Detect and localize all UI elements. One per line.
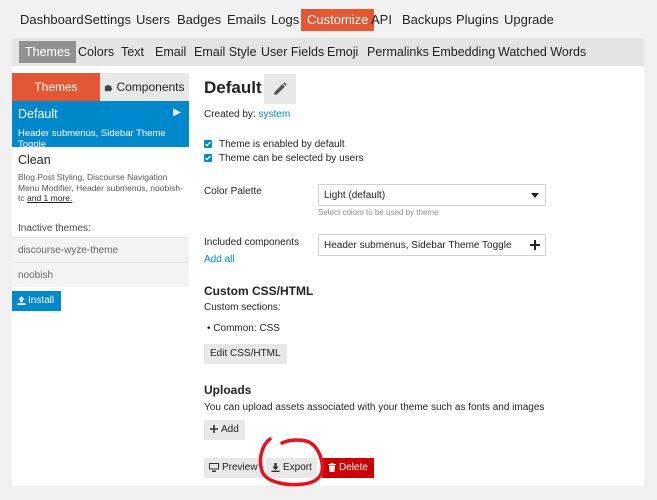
chevron-right-icon: ▶ (173, 107, 181, 118)
tab-email[interactable]: Email (149, 41, 192, 63)
add-upload-button[interactable]: Add (204, 420, 245, 440)
plus-icon (530, 240, 540, 250)
theme-name: Clean (18, 153, 51, 167)
nav-users[interactable]: Users (130, 9, 176, 31)
trash-icon (328, 462, 336, 472)
inactive-theme-name: noobish (18, 270, 54, 281)
check-icon (205, 141, 211, 147)
uploads-title: Uploads (204, 383, 252, 397)
delete-label: Delete (339, 462, 368, 473)
user-selectable-checkbox[interactable] (204, 154, 212, 162)
color-palette-label: Color Palette (204, 186, 262, 197)
top-nav: Dashboard Settings Users Badges Emails L… (0, 0, 657, 38)
inactive-theme-item[interactable]: noobish (12, 262, 189, 287)
edit-css-html-button[interactable]: Edit CSS/HTML (204, 344, 287, 364)
tab-text[interactable]: Text (115, 41, 150, 63)
user-selectable-label: Theme can be selected by users (219, 153, 364, 164)
tab-email-style[interactable]: Email Style (188, 41, 263, 63)
tab-embedding[interactable]: Embedding (426, 41, 501, 63)
color-palette-hint: Select colors to be used by theme (318, 208, 439, 217)
caret-down-icon (531, 193, 539, 198)
created-by: Created by: system (204, 109, 290, 120)
color-palette-value: Light (default) (324, 190, 386, 201)
tab-themes[interactable]: Themes (19, 41, 77, 63)
check-icon (205, 155, 211, 161)
edit-name-button[interactable] (264, 74, 296, 104)
color-palette-select[interactable]: Light (default) (318, 184, 546, 206)
themes-sidebar: Themes Components Default ▶ Header subme… (12, 73, 189, 315)
upload-icon (17, 295, 26, 305)
uploads-description: You can upload assets associated with yo… (204, 402, 545, 413)
creator-link[interactable]: system (258, 109, 290, 120)
custom-section-name: Common: CSS (213, 323, 280, 334)
enabled-default-label: Theme is enabled by default (219, 139, 345, 150)
nav-plugins[interactable]: Plugins (450, 9, 505, 31)
page-title: Default (204, 78, 262, 97)
tab-watched-words[interactable]: Watched Words (492, 41, 592, 63)
delete-button[interactable]: Delete (322, 458, 374, 478)
annotation-circle (258, 437, 325, 487)
inactive-themes-label: Inactive themes: (18, 223, 91, 234)
preview-button[interactable]: Preview (204, 458, 263, 478)
theme-name: Default (18, 107, 58, 121)
tab-permalinks[interactable]: Permalinks (361, 41, 435, 63)
sidebar-tab-themes[interactable]: Themes (12, 73, 100, 101)
puzzle-icon (105, 84, 113, 92)
nav-logs[interactable]: Logs (265, 9, 305, 31)
custom-sections-label: Custom sections: (204, 302, 281, 313)
add-label: Add (221, 424, 239, 435)
nav-customize[interactable]: Customize (301, 9, 375, 31)
more-link[interactable]: and 1 more. (27, 193, 72, 203)
sidebar-tab-components[interactable]: Components (100, 73, 189, 101)
nav-settings[interactable]: Settings (78, 9, 137, 31)
created-by-label: Created by: (204, 109, 256, 120)
nav-api[interactable]: API (365, 9, 398, 31)
install-button[interactable]: Install (12, 291, 61, 311)
components-tab-label: Components (116, 80, 185, 94)
tab-emoji[interactable]: Emoji (321, 41, 364, 63)
enabled-default-checkbox[interactable] (204, 140, 212, 148)
theme-item-clean[interactable]: Clean Blog Post Styling, Discourse Navig… (12, 147, 189, 207)
plus-icon (210, 425, 218, 434)
install-label: Install (28, 295, 55, 306)
custom-css-title: Custom CSS/HTML (204, 284, 314, 298)
included-components-value: Header submenus, Sidebar Theme Toggle (324, 240, 512, 251)
nav-badges[interactable]: Badges (171, 9, 227, 31)
list-item: • Common: CSS (207, 323, 280, 334)
inactive-theme-item[interactable]: discourse-wyze-theme (12, 237, 189, 262)
tab-user-fields[interactable]: User Fields (255, 41, 330, 63)
nav-upgrade[interactable]: Upgrade (498, 9, 560, 31)
theme-components: Blog Post Styling, Discourse Navigation … (18, 172, 186, 204)
pencil-icon (274, 82, 287, 95)
add-all-link[interactable]: Add all (204, 254, 235, 265)
included-components-select[interactable]: Header submenus, Sidebar Theme Toggle (318, 234, 546, 256)
sub-nav: Themes Colors Text Email Email Style Use… (12, 38, 644, 66)
nav-backups[interactable]: Backups (396, 9, 458, 31)
tab-colors[interactable]: Colors (72, 41, 120, 63)
theme-item-default[interactable]: Default ▶ Header submenus, Sidebar Theme… (12, 101, 189, 150)
desktop-icon (209, 462, 219, 472)
preview-label: Preview (222, 462, 258, 473)
included-components-label: Included components (204, 237, 300, 248)
inactive-theme-name: discourse-wyze-theme (18, 245, 119, 256)
